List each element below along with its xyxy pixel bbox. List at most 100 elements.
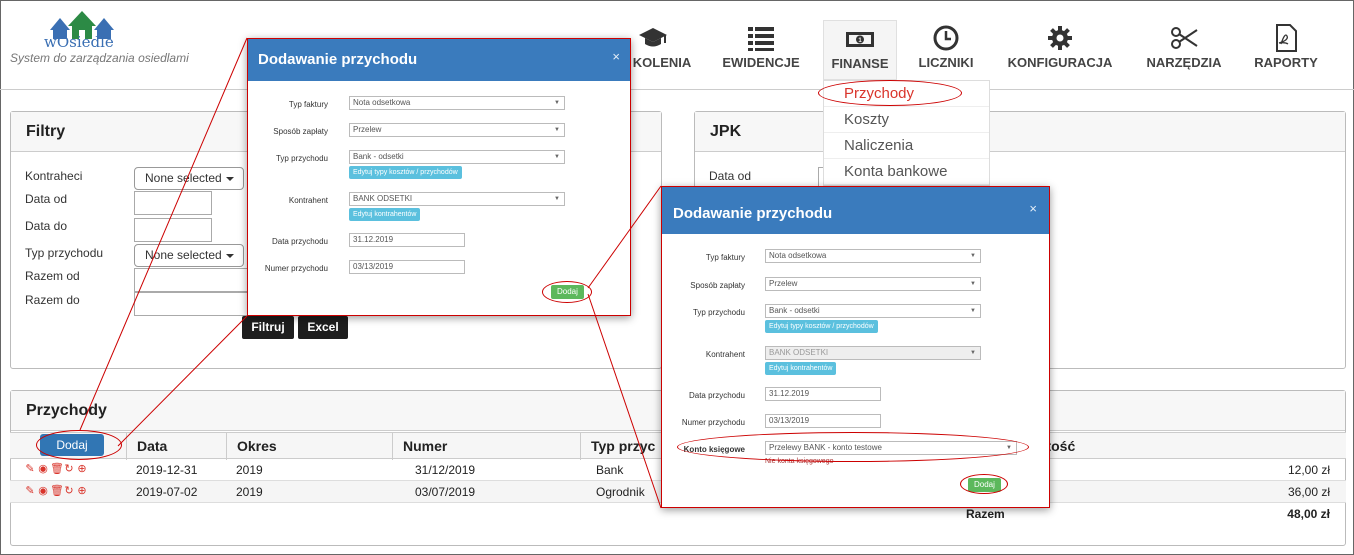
cell-typ: Bank xyxy=(596,463,624,477)
nav-liczniki[interactable]: LICZNIKI xyxy=(910,20,982,80)
typ-przychodu-select[interactable]: None selected xyxy=(134,244,244,267)
cell-okres: 2019 xyxy=(236,485,263,499)
data-do-label: Data do xyxy=(25,219,68,233)
chevron-down-icon: ▼ xyxy=(970,281,976,287)
data-przychodu-input[interactable]: 31.12.2019 xyxy=(765,387,881,401)
nav-ewidencje[interactable]: EWIDENCJE xyxy=(712,20,810,80)
sposob-label: Sposób zapłaty xyxy=(273,127,328,136)
scissors-icon xyxy=(1171,27,1198,49)
header-divider xyxy=(0,89,1354,90)
th-wartosc[interactable]: rtość xyxy=(1010,433,1346,460)
upload-icon[interactable]: ⊕ xyxy=(76,463,88,475)
nav-finanse[interactable]: 1 FINANSE xyxy=(823,20,897,80)
chevron-down-icon: ▼ xyxy=(970,308,976,314)
menu-item-przychody[interactable]: Przychody xyxy=(824,81,989,107)
th-numer[interactable]: Numer xyxy=(392,433,580,460)
filtruj-button[interactable]: Filtruj xyxy=(242,316,294,339)
caret-down-icon xyxy=(225,176,234,181)
nav-label: KOLENIA xyxy=(632,55,692,70)
upload-icon[interactable]: ⊕ xyxy=(76,485,88,497)
eye-icon[interactable]: ◉ xyxy=(37,463,49,475)
edit-kontrahent-button[interactable]: Edytuj kontrahentów xyxy=(765,362,837,375)
refresh-icon[interactable]: ↻ xyxy=(63,485,75,497)
menu-item-konta-bankowe[interactable]: Konta bankowe xyxy=(824,159,989,185)
data-do-input[interactable] xyxy=(134,218,212,242)
kontrahent-value: BANK ODSETKI xyxy=(353,194,413,203)
typ-faktury-value: Nota odsetkowa xyxy=(353,98,411,107)
nav-raporty[interactable]: RAPORTY xyxy=(1246,20,1326,80)
edit-types-button[interactable]: Edytuj typy kosztów / przychodów xyxy=(349,166,462,179)
typ-przychodu-select[interactable]: Bank - odsetki ▼ xyxy=(765,304,981,318)
numer-przychodu-label: Numer przychodu xyxy=(681,418,745,427)
clock-icon xyxy=(933,25,959,51)
typ-faktury-select[interactable]: Nota odsetkowa ▼ xyxy=(765,249,981,263)
chevron-down-icon: ▼ xyxy=(554,196,560,202)
menu-item-naliczenia[interactable]: Naliczenia xyxy=(824,133,989,159)
edit-icon[interactable]: ✎ xyxy=(24,463,36,475)
edit-kontrahent-button[interactable]: Edytuj kontrahentów xyxy=(349,208,421,221)
close-icon[interactable]: × xyxy=(1029,201,1037,216)
kontrahenci-select[interactable]: None selected xyxy=(134,167,244,190)
sposob-select[interactable]: Przelew ▼ xyxy=(349,123,565,137)
gear-icon xyxy=(1048,26,1072,50)
sposob-label: Sposób zapłaty xyxy=(690,281,745,290)
numer-przychodu-input[interactable]: 03/13/2019 xyxy=(349,260,465,274)
cell-typ: Ogrodnik xyxy=(596,485,645,499)
row-actions: ✎ ◉ 🗑 ↻ ⊕ xyxy=(24,463,88,475)
numer-przychodu-input[interactable]: 03/13/2019 xyxy=(765,414,881,428)
nav-label: LICZNIKI xyxy=(918,55,974,70)
cell-numer: 03/07/2019 xyxy=(415,485,476,499)
nav-konfiguracja[interactable]: KONFIGURACJA xyxy=(1000,20,1120,80)
razem-od-input[interactable] xyxy=(134,268,254,292)
kontrahent-value: BANK ODSETKI xyxy=(769,348,829,357)
list-icon xyxy=(748,27,774,51)
sposob-select[interactable]: Przelew ▼ xyxy=(765,277,981,291)
logo-text[interactable]: wOsiedle xyxy=(44,33,114,51)
nav-label: FINANSE xyxy=(831,56,889,71)
refresh-icon[interactable]: ↻ xyxy=(63,463,75,475)
nav-narzedzia[interactable]: NARZĘDZIA xyxy=(1140,20,1228,80)
kontrahent-select[interactable]: BANK ODSETKI ▼ xyxy=(765,346,981,360)
edit-icon[interactable]: ✎ xyxy=(24,485,36,497)
kontrahent-select[interactable]: BANK ODSETKI ▼ xyxy=(349,192,565,206)
submit-button[interactable]: Dodaj xyxy=(968,478,1001,492)
finanse-dropdown: Przychody Koszty Naliczenia Konta bankow… xyxy=(823,80,990,186)
jpk-data-od-label: Data od xyxy=(709,169,752,183)
typ-faktury-select[interactable]: Nota odsetkowa ▼ xyxy=(349,96,565,110)
nav-label: KONFIGURACJA xyxy=(1007,55,1113,70)
submit-button[interactable]: Dodaj xyxy=(551,285,584,299)
close-icon[interactable]: × xyxy=(612,49,620,64)
trash-icon[interactable]: 🗑 xyxy=(50,463,64,475)
th-data[interactable]: Data xyxy=(126,433,226,460)
sposob-value: Przelew xyxy=(353,125,382,134)
chevron-down-icon: ▼ xyxy=(554,154,560,160)
chevron-down-icon: ▼ xyxy=(554,127,560,133)
trash-icon[interactable]: 🗑 xyxy=(50,485,64,497)
konto-ksiegowe-label: Konto księgowe xyxy=(683,445,745,454)
row-actions: ✎ ◉ 🗑 ↻ ⊕ xyxy=(24,485,88,497)
graduation-cap-icon xyxy=(639,28,667,47)
chevron-down-icon: ▼ xyxy=(554,100,560,106)
typ-przychodu-value: Bank - odsetki xyxy=(769,306,820,315)
edit-types-button[interactable]: Edytuj typy kosztów / przychodów xyxy=(765,320,878,333)
th-okres[interactable]: Okres xyxy=(226,433,392,460)
excel-button[interactable]: Excel xyxy=(298,316,348,339)
eye-icon[interactable]: ◉ xyxy=(37,485,49,497)
cell-wartosc: 12,00 zł xyxy=(1287,463,1330,477)
typ-przychodu-select[interactable]: Bank - odsetki ▼ xyxy=(349,150,565,164)
add-przychod-button[interactable]: Dodaj xyxy=(40,434,104,456)
konto-ksiegowe-select[interactable]: Przelewy BANK - konto testowe ▼ xyxy=(765,441,1017,455)
nav-label: NARZĘDZIA xyxy=(1146,55,1222,70)
razem-do-label: Razem do xyxy=(25,293,80,307)
data-przychodu-input[interactable]: 31.12.2019 xyxy=(349,233,465,247)
data-od-input[interactable] xyxy=(134,191,212,215)
razem-od-label: Razem od xyxy=(25,269,80,283)
razem-do-input[interactable] xyxy=(134,292,254,316)
data-przychodu-label: Data przychodu xyxy=(688,391,745,400)
typ-faktury-label: Typ faktury xyxy=(288,100,328,109)
data-przychodu-label: Data przychodu xyxy=(271,237,328,246)
menu-item-koszty[interactable]: Koszty xyxy=(824,107,989,133)
chevron-down-icon: ▼ xyxy=(970,350,976,356)
typ-faktury-label: Typ faktury xyxy=(705,253,745,262)
nav-szkolenia[interactable]: KOLENIA xyxy=(628,20,696,80)
